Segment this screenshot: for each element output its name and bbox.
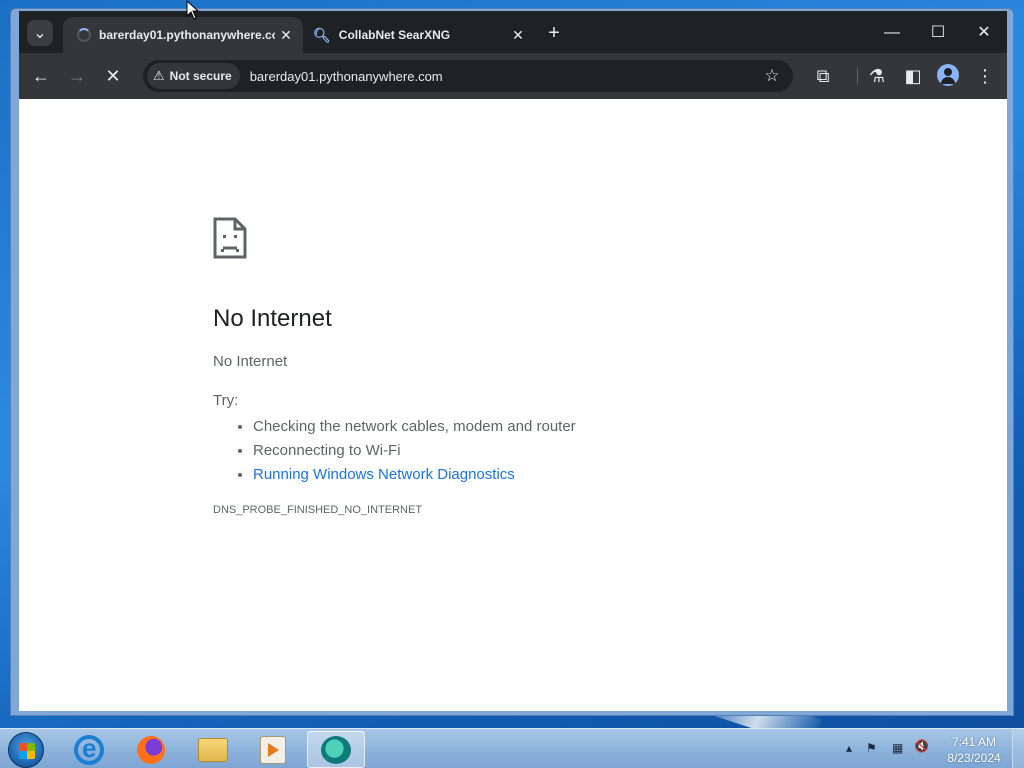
address-bar[interactable]: ⚠ Not secure barerday01.pythonanywhere.c… [143, 60, 793, 92]
list-item: Running Windows Network Diagnostics [253, 463, 576, 487]
chat-app-icon [321, 735, 351, 764]
volume-muted-icon[interactable]: 🔇 [914, 739, 929, 753]
bookmark-star-icon[interactable]: ☆ [759, 63, 785, 89]
side-panel-icon[interactable]: ◧ [899, 62, 927, 90]
media-player-icon [260, 735, 286, 764]
clock-date: 8/23/2024 [947, 751, 1001, 765]
show-desktop-button[interactable] [1012, 729, 1024, 768]
taskbar-firefox[interactable] [122, 731, 180, 768]
mouse-cursor-icon [186, 0, 200, 20]
list-item: Checking the network cables, modem and r… [253, 415, 576, 439]
toolbar-divider [857, 68, 858, 84]
network-icon[interactable]: ▦ [892, 741, 903, 755]
browser-window: ⌄ barerday01.pythonanywhere.com ✕ 🔍︎ Col… [10, 8, 1014, 716]
labs-flask-icon[interactable]: ⚗ [863, 62, 891, 90]
back-button[interactable]: ← [27, 62, 55, 90]
extensions-icon[interactable]: ⧉ [809, 62, 837, 90]
security-label: Not secure [169, 69, 232, 83]
tab-close-button[interactable]: ✕ [507, 27, 529, 44]
security-chip[interactable]: ⚠ Not secure [147, 63, 240, 89]
error-subheading: No Internet [213, 353, 288, 370]
tab-search-button[interactable]: ⌄ [27, 20, 53, 46]
browser-toolbar: ← → ✕ ⚠ Not secure barerday01.pythonanyw… [19, 53, 1007, 99]
taskbar-chat-app[interactable] [307, 731, 365, 768]
clock-time: 7:41 AM [951, 735, 997, 749]
try-label: Try: [213, 392, 239, 409]
start-button[interactable] [8, 732, 44, 768]
menu-kebab-icon[interactable]: ⋮ [971, 62, 999, 90]
taskbar-media-player[interactable] [244, 731, 302, 768]
tab-active[interactable]: barerday01.pythonanywhere.com ✕ [63, 17, 303, 53]
page-content: No Internet No Internet Try: Checking th… [19, 99, 1007, 711]
suggestion-list: Checking the network cables, modem and r… [253, 415, 576, 487]
list-item: Reconnecting to Wi-Fi [253, 439, 576, 463]
profile-avatar-icon[interactable] [937, 64, 959, 86]
system-clock[interactable]: 7:41 AM 8/23/2024 [944, 734, 1004, 766]
close-window-button[interactable]: ✕ [961, 19, 1007, 47]
address-text[interactable]: barerday01.pythonanywhere.com [250, 69, 443, 84]
loading-spinner-icon [77, 28, 91, 42]
error-code: DNS_PROBE_FINISHED_NO_INTERNET [213, 504, 423, 516]
stop-loading-button[interactable]: ✕ [99, 62, 127, 90]
file-explorer-icon [198, 737, 228, 762]
tab-strip: ⌄ barerday01.pythonanywhere.com ✕ 🔍︎ Col… [19, 11, 1007, 53]
new-tab-button[interactable]: + [541, 21, 567, 47]
error-heading: No Internet [213, 305, 332, 332]
tab-title: CollabNet SearXNG [338, 28, 451, 42]
action-center-flag-icon[interactable]: ⚑ [866, 741, 877, 755]
internet-explorer-icon [74, 733, 104, 765]
taskbar: ▴ ⚑ ▦ 🔇 7:41 AM 8/23/2024 [0, 728, 1024, 768]
browser-chrome: ⌄ barerday01.pythonanywhere.com ✕ 🔍︎ Col… [19, 11, 1007, 99]
network-diagnostics-link[interactable]: Running Windows Network Diagnostics [253, 466, 515, 483]
sad-page-icon [213, 217, 247, 259]
firefox-icon [137, 735, 165, 764]
tab-title: barerday01.pythonanywhere.com [99, 28, 275, 42]
minimize-button[interactable]: — [869, 19, 915, 47]
tab-close-button[interactable]: ✕ [275, 27, 297, 44]
warning-icon: ⚠ [153, 68, 165, 83]
tab-searxng[interactable]: 🔍︎ CollabNet SearXNG ✕ [303, 17, 535, 53]
search-icon: 🔍︎ [313, 26, 331, 43]
forward-button[interactable]: → [63, 62, 91, 90]
tray-chevron-icon[interactable]: ▴ [846, 741, 852, 755]
chevron-down-icon: ⌄ [33, 25, 47, 42]
taskbar-ie[interactable] [60, 731, 118, 768]
maximize-button[interactable]: ☐ [915, 19, 961, 47]
taskbar-explorer[interactable] [184, 731, 242, 768]
